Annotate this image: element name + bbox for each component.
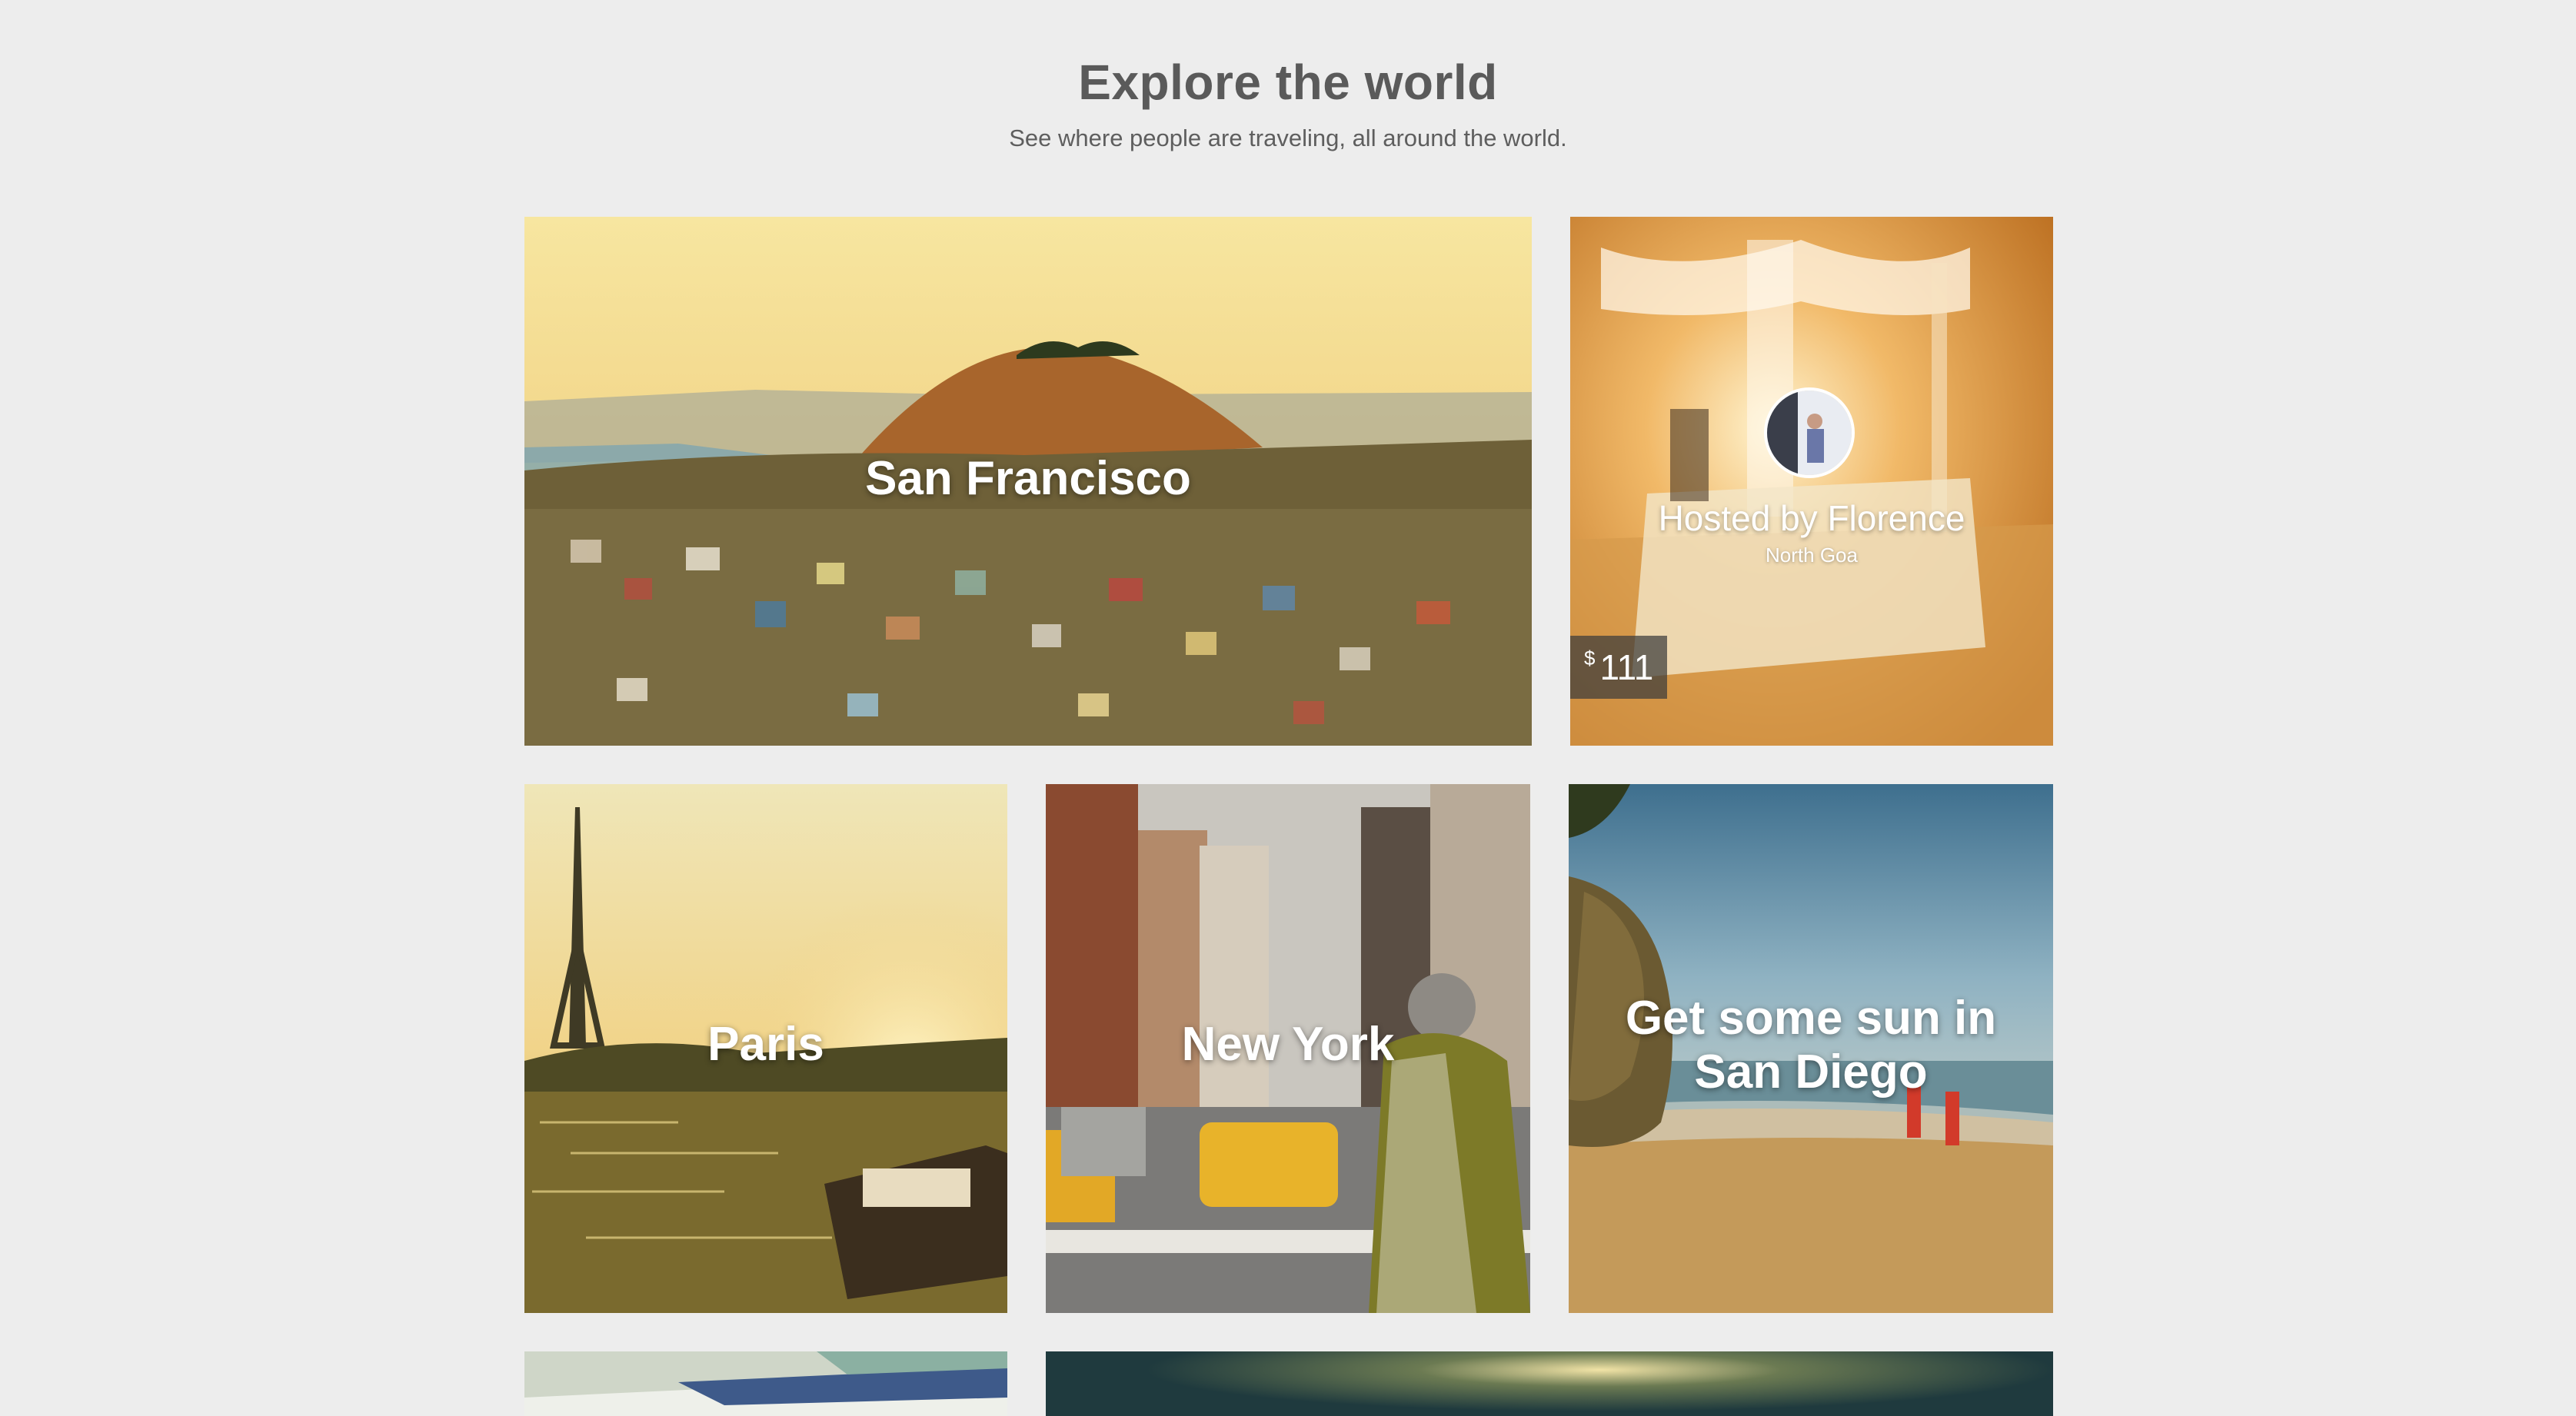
partial-tile-image-left (524, 1351, 1007, 1416)
host-location: North Goa (1766, 543, 1858, 567)
destination-tile-paris[interactable]: Paris (524, 784, 1007, 1313)
destination-tile-new-york[interactable]: New York (1046, 784, 1530, 1313)
tile-label-new-york: New York (1181, 1018, 1395, 1071)
host-avatar[interactable] (1764, 387, 1855, 478)
tile-label-paris: Paris (707, 1018, 824, 1071)
explore-page: Explore the world See where people are t… (0, 0, 2576, 1416)
destination-tile-partial-right[interactable] (1046, 1351, 2053, 1416)
explore-header: Explore the world See where people are t… (0, 54, 2576, 152)
listing-tile-florence[interactable]: Hosted by Florence North Goa $ 111 (1570, 217, 2053, 746)
host-name: Hosted by Florence (1658, 498, 1965, 538)
destination-tile-san-diego[interactable]: Get some sun in San Diego (1569, 784, 2053, 1313)
destination-tile-partial-left[interactable] (524, 1351, 1007, 1416)
tile-label-san-francisco: San Francisco (865, 452, 1191, 505)
price-currency: $ (1584, 647, 1596, 670)
tile-label-san-diego: Get some sun in San Diego (1625, 992, 1997, 1099)
page-subtitle: See where people are traveling, all arou… (1009, 125, 1567, 151)
partial-tile-image-right (1046, 1351, 2053, 1416)
page-title: Explore the world (1078, 55, 1498, 110)
host-avatar-image (1767, 391, 1852, 475)
price-value: 111 (1599, 647, 1654, 687)
price-badge: $ 111 (1570, 636, 1668, 699)
destination-tile-san-francisco[interactable]: San Francisco (524, 217, 1532, 746)
